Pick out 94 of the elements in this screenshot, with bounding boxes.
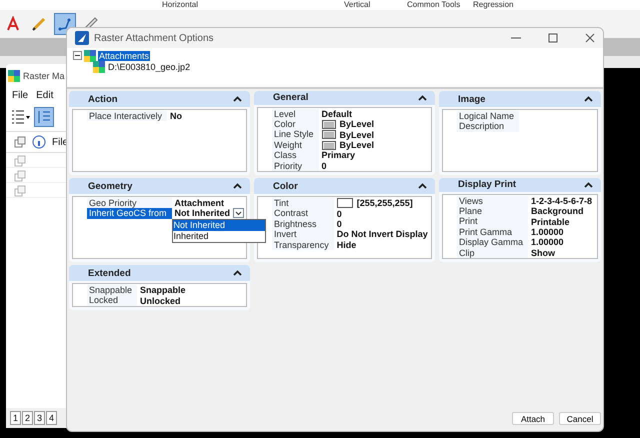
panel-header[interactable]: Display Print bbox=[439, 178, 601, 192]
dialog-button[interactable]: Cancel bbox=[559, 412, 601, 425]
property-label: Place Interactively bbox=[87, 111, 168, 122]
color-swatch[interactable] bbox=[336, 198, 353, 208]
tree-list-icon[interactable] bbox=[10, 109, 30, 125]
property-label: Display Gamma bbox=[457, 237, 528, 248]
letter-a-icon bbox=[6, 16, 20, 32]
property-value: No bbox=[170, 111, 182, 122]
panel-header[interactable]: Extended bbox=[69, 265, 250, 281]
chevron-icon bbox=[233, 96, 242, 102]
window-title: Raster Attachment Options bbox=[94, 32, 214, 44]
property-value: Attachment bbox=[174, 198, 224, 208]
property-label: Locked bbox=[87, 295, 138, 306]
property-value: 0 bbox=[336, 208, 342, 219]
column-header: Horizontal bbox=[162, 0, 198, 10]
property-value: 0 bbox=[336, 218, 342, 229]
property-label: Tint bbox=[272, 198, 334, 208]
property-label: Plane bbox=[457, 206, 528, 216]
property-value: Printable bbox=[531, 216, 570, 227]
raster-icon bbox=[93, 60, 105, 72]
chevron-icon bbox=[233, 183, 242, 189]
property-value: 1.00000 bbox=[531, 237, 564, 248]
chevron-icon bbox=[418, 183, 427, 189]
symbology-icon bbox=[322, 130, 336, 140]
property-value: Hide bbox=[336, 240, 356, 250]
page-tab[interactable]: 1 bbox=[10, 411, 22, 425]
property-label: Views bbox=[457, 196, 528, 206]
menu-item[interactable]: Edit bbox=[36, 90, 54, 101]
polyline-icon bbox=[57, 16, 73, 32]
page-tab[interactable]: 2 bbox=[22, 411, 34, 425]
property-value: Default bbox=[322, 108, 352, 119]
panel-header[interactable]: Image bbox=[439, 91, 601, 107]
chevron-icon bbox=[584, 96, 593, 102]
property-label: Geo Priority bbox=[87, 198, 172, 208]
property-label: Color bbox=[272, 119, 319, 130]
close-icon[interactable] bbox=[585, 33, 595, 43]
property-value: Primary bbox=[322, 150, 356, 160]
property-value: 0 bbox=[322, 160, 327, 171]
property-label: Invert bbox=[272, 229, 334, 240]
property-value: 1.00000 bbox=[531, 227, 564, 238]
page-tab[interactable]: 4 bbox=[46, 411, 58, 425]
property-label: Level bbox=[272, 108, 319, 120]
tree-item[interactable]: Attachments bbox=[98, 50, 150, 60]
maximize-icon[interactable] bbox=[548, 33, 558, 43]
panel-header[interactable]: Action bbox=[69, 91, 250, 107]
property-value: Show bbox=[531, 248, 556, 258]
property-label: Snappable bbox=[87, 285, 138, 296]
layers-icon bbox=[14, 136, 26, 148]
property-value: 1-2-3-4-5-6-7-8 bbox=[531, 196, 592, 206]
raster-icon bbox=[8, 70, 20, 82]
property-value: ByLevel bbox=[340, 140, 374, 150]
column-header: Regression bbox=[473, 0, 514, 10]
property-value: Unlocked bbox=[140, 296, 181, 306]
property-value: ByLevel bbox=[340, 130, 374, 140]
property-label: Transparency bbox=[272, 240, 334, 250]
dialog-button[interactable]: Attach bbox=[512, 412, 554, 425]
column-header: Common Tools bbox=[407, 0, 460, 10]
property-label: Inherit GeoCS from bbox=[87, 208, 172, 219]
property-label: Priority bbox=[272, 160, 319, 171]
info-icon bbox=[32, 135, 46, 149]
property-label: Line Style bbox=[272, 129, 319, 140]
symbology-icon bbox=[322, 140, 336, 150]
property-label: Weight bbox=[272, 140, 319, 150]
window-title: Raster Ma bbox=[23, 71, 65, 81]
property-label: Print bbox=[457, 216, 528, 227]
dropdown-option[interactable]: Inherited bbox=[172, 231, 265, 242]
chevron-icon bbox=[233, 270, 242, 276]
property-label: Class bbox=[272, 150, 319, 161]
column-header: Vertical bbox=[344, 0, 370, 10]
property-value: [255,255,255] bbox=[356, 198, 413, 208]
property-label: Contrast bbox=[272, 208, 334, 219]
panel-header[interactable]: Color bbox=[254, 178, 435, 194]
property-label: Brightness bbox=[272, 218, 334, 230]
property-value: ByLevel bbox=[340, 119, 374, 130]
chevron-icon bbox=[584, 182, 593, 188]
tree-item[interactable]: D:\E003810_geo.jp2 bbox=[107, 62, 192, 72]
property-label: Print Gamma bbox=[457, 226, 528, 238]
panel-header[interactable]: Geometry bbox=[69, 178, 250, 194]
page-tab[interactable]: 3 bbox=[34, 411, 46, 425]
pencil-icon bbox=[31, 16, 47, 32]
symbology-icon bbox=[322, 120, 336, 129]
property-label: Logical Name bbox=[457, 111, 520, 122]
property-label: Description bbox=[457, 121, 520, 132]
panel-header[interactable]: General bbox=[254, 91, 435, 105]
collapse-icon[interactable] bbox=[73, 51, 82, 60]
property-label: Clip bbox=[457, 248, 528, 258]
dropdown-option[interactable]: Not Inherited bbox=[172, 220, 265, 232]
raster-icon bbox=[84, 50, 96, 62]
menu-item[interactable]: File bbox=[12, 90, 28, 101]
app-icon bbox=[75, 31, 89, 45]
chevron-icon bbox=[418, 94, 427, 101]
property-value: Background bbox=[531, 206, 584, 216]
property-value: Snappable bbox=[140, 285, 186, 296]
property-value: Do Not Invert Display bbox=[336, 229, 428, 240]
